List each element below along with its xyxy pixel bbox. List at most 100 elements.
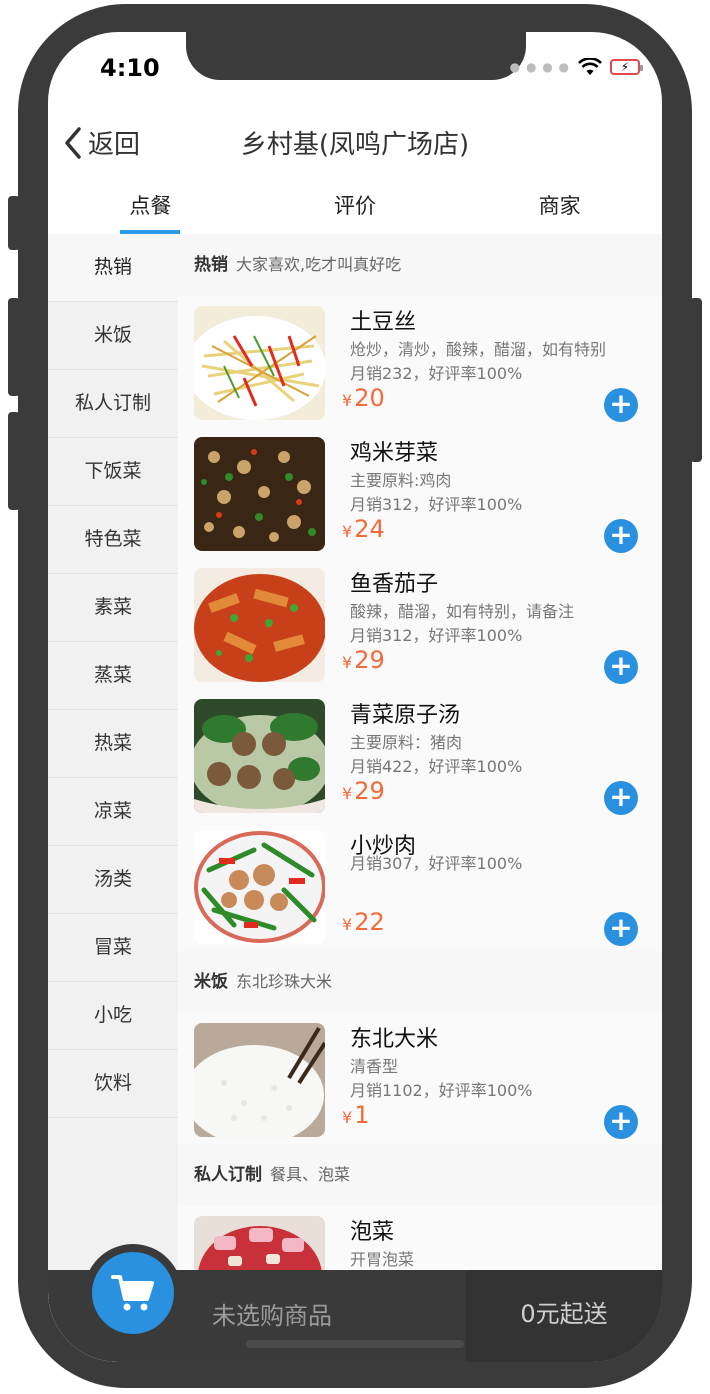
sidebar-item-hot-dishes[interactable]: 热菜 (48, 710, 178, 778)
section-desc: 餐具、泡菜 (270, 1165, 351, 1184)
section-header: 热销 大家喜欢,吃才叫真好吃 (178, 234, 662, 296)
food-image-eggplant (194, 568, 325, 682)
food-price: ¥29 (342, 777, 385, 805)
mute-switch (8, 196, 20, 250)
sidebar-item-specialty[interactable]: 特色菜 (48, 506, 178, 574)
food-image-rice (194, 1023, 325, 1137)
food-name: 土豆丝 (350, 310, 417, 335)
food-name: 泡菜 (350, 1220, 395, 1245)
screen: 4:10 ● ● ● ● ⚡ 返回 乡村基(凤鸣广场店) 点餐 评价 商家 热销… (48, 32, 662, 1362)
currency-symbol: ¥ (342, 1108, 353, 1127)
food-price: ¥1 (342, 1101, 369, 1129)
plus-icon: + (609, 649, 633, 682)
sidebar-item-soups[interactable]: 汤类 (48, 846, 178, 914)
page-title: 乡村基(凤鸣广场店) (240, 130, 470, 160)
sidebar-item-drinks[interactable]: 饮料 (48, 1050, 178, 1118)
home-indicator (246, 1340, 464, 1348)
price-value: 20 (354, 384, 385, 412)
sidebar-item-vegetarian[interactable]: 素菜 (48, 574, 178, 642)
currency-symbol: ¥ (342, 391, 353, 410)
currency-symbol: ¥ (342, 915, 353, 934)
food-desc: 开胃泡菜 (350, 1250, 415, 1269)
volume-down-button (8, 412, 20, 510)
checkout-button[interactable]: 0元起送 (466, 1270, 662, 1362)
sidebar-item-maocai[interactable]: 冒菜 (48, 914, 178, 982)
section-header: 米饭 东北珍珠大米 (178, 951, 662, 1013)
food-price: ¥24 (342, 515, 385, 543)
cart-empty-label: 未选购商品 (212, 1302, 332, 1330)
food-price: ¥22 (342, 908, 385, 936)
battery-icon: ⚡ (610, 59, 643, 75)
cart-button[interactable] (92, 1252, 174, 1334)
food-image-potato-shreds (194, 306, 325, 420)
food-desc: 炝炒，清炒，酸辣，醋溜，如有特别 (350, 340, 607, 359)
sidebar-item-custom[interactable]: 私人订制 (48, 370, 178, 438)
food-sales: 月销307，好评率100% (350, 854, 523, 873)
nav-bar: 返回 乡村基(凤鸣广场店) (48, 108, 662, 174)
sidebar-item-rice[interactable]: 米饭 (48, 302, 178, 370)
tab-reviews[interactable]: 评价 (253, 178, 458, 234)
food-item[interactable]: 小炒肉 月销307，好评率100% ¥22 + (178, 820, 662, 951)
sidebar-item-steamed[interactable]: 蒸菜 (48, 642, 178, 710)
plus-icon: + (609, 518, 633, 551)
food-desc: 清香型 (350, 1057, 399, 1076)
currency-symbol: ¥ (342, 784, 353, 803)
sidebar-item-snacks[interactable]: 小吃 (48, 982, 178, 1050)
add-to-cart-button[interactable]: + (604, 519, 638, 553)
section-desc: 东北珍珠大米 (236, 972, 333, 991)
plus-icon: + (609, 780, 633, 813)
menu-list[interactable]: 热销 大家喜欢,吃才叫真好吃 土豆丝 炝炒，清炒，酸辣，醋溜，如有特别 月销232… (178, 234, 662, 1270)
volume-up-button (8, 298, 20, 396)
food-name: 青菜原子汤 (350, 703, 461, 728)
category-sidebar: 热销 米饭 私人订制 下饭菜 特色菜 素菜 蒸菜 热菜 凉菜 汤类 冒菜 小吃 … (48, 234, 178, 1362)
tab-merchant[interactable]: 商家 (457, 178, 662, 234)
food-price: ¥29 (342, 646, 385, 674)
price-value: 29 (354, 646, 385, 674)
wifi-icon (578, 58, 602, 75)
currency-symbol: ¥ (342, 653, 353, 672)
section-name: 私人订制 (194, 1165, 262, 1185)
food-name: 鸡米芽菜 (350, 441, 439, 466)
section-desc: 大家喜欢,吃才叫真好吃 (236, 255, 402, 274)
plus-icon: + (609, 1104, 633, 1137)
food-name: 东北大米 (350, 1027, 439, 1052)
food-desc: 主要原料：猪肉 (350, 733, 463, 752)
sidebar-item-cold-dishes[interactable]: 凉菜 (48, 778, 178, 846)
food-sales: 月销312，好评率100% (350, 495, 523, 514)
add-to-cart-button[interactable]: + (604, 1105, 638, 1139)
section-name: 米饭 (194, 972, 228, 992)
cart-button-ring (84, 1244, 182, 1342)
food-item[interactable]: 鱼香茄子 酸辣，醋溜，如有特别，请备注 月销312，好评率100% ¥29 + (178, 558, 662, 689)
food-sales: 月销422，好评率100% (350, 757, 523, 776)
food-price: ¥20 (342, 384, 385, 412)
food-name: 鱼香茄子 (350, 572, 439, 597)
food-item[interactable]: 土豆丝 炝炒，清炒，酸辣，醋溜，如有特别 月销232，好评率100% ¥20 + (178, 296, 662, 427)
price-value: 22 (354, 908, 385, 936)
add-to-cart-button[interactable]: + (604, 912, 638, 946)
food-sales: 月销312，好评率100% (350, 626, 523, 645)
power-button (690, 298, 702, 462)
notch (186, 32, 526, 80)
plus-icon: + (609, 387, 633, 420)
shopping-cart-icon (111, 1275, 154, 1311)
add-to-cart-button[interactable]: + (604, 650, 638, 684)
food-sales: 月销232，好评率100% (350, 364, 523, 383)
add-to-cart-button[interactable]: + (604, 781, 638, 815)
food-item[interactable]: 泡菜 开胃泡菜 (178, 1206, 662, 1270)
food-item[interactable]: 鸡米芽菜 主要原料:鸡肉 月销312，好评率100% ¥24 + (178, 427, 662, 558)
add-to-cart-button[interactable]: + (604, 388, 638, 422)
tab-order[interactable]: 点餐 (48, 178, 253, 234)
food-desc: 主要原料:鸡肉 (350, 471, 452, 490)
food-item[interactable]: 青菜原子汤 主要原料：猪肉 月销422，好评率100% ¥29 + (178, 689, 662, 820)
sidebar-item-hot[interactable]: 热销 (48, 234, 178, 302)
section-name: 热销 (194, 255, 228, 275)
food-image-chicken-sprouts (194, 437, 325, 551)
plus-icon: + (609, 911, 633, 944)
signal-icon: ● ● ● ● (509, 60, 570, 74)
status-icons: ● ● ● ● ⚡ (509, 58, 643, 76)
sidebar-item-rice-dishes[interactable]: 下饭菜 (48, 438, 178, 506)
food-item[interactable]: 东北大米 清香型 月销1102，好评率100% ¥1 + (178, 1013, 662, 1144)
food-image-stir-fry-pork (194, 830, 325, 944)
tab-bar: 点餐 评价 商家 (48, 178, 662, 234)
price-value: 29 (354, 777, 385, 805)
